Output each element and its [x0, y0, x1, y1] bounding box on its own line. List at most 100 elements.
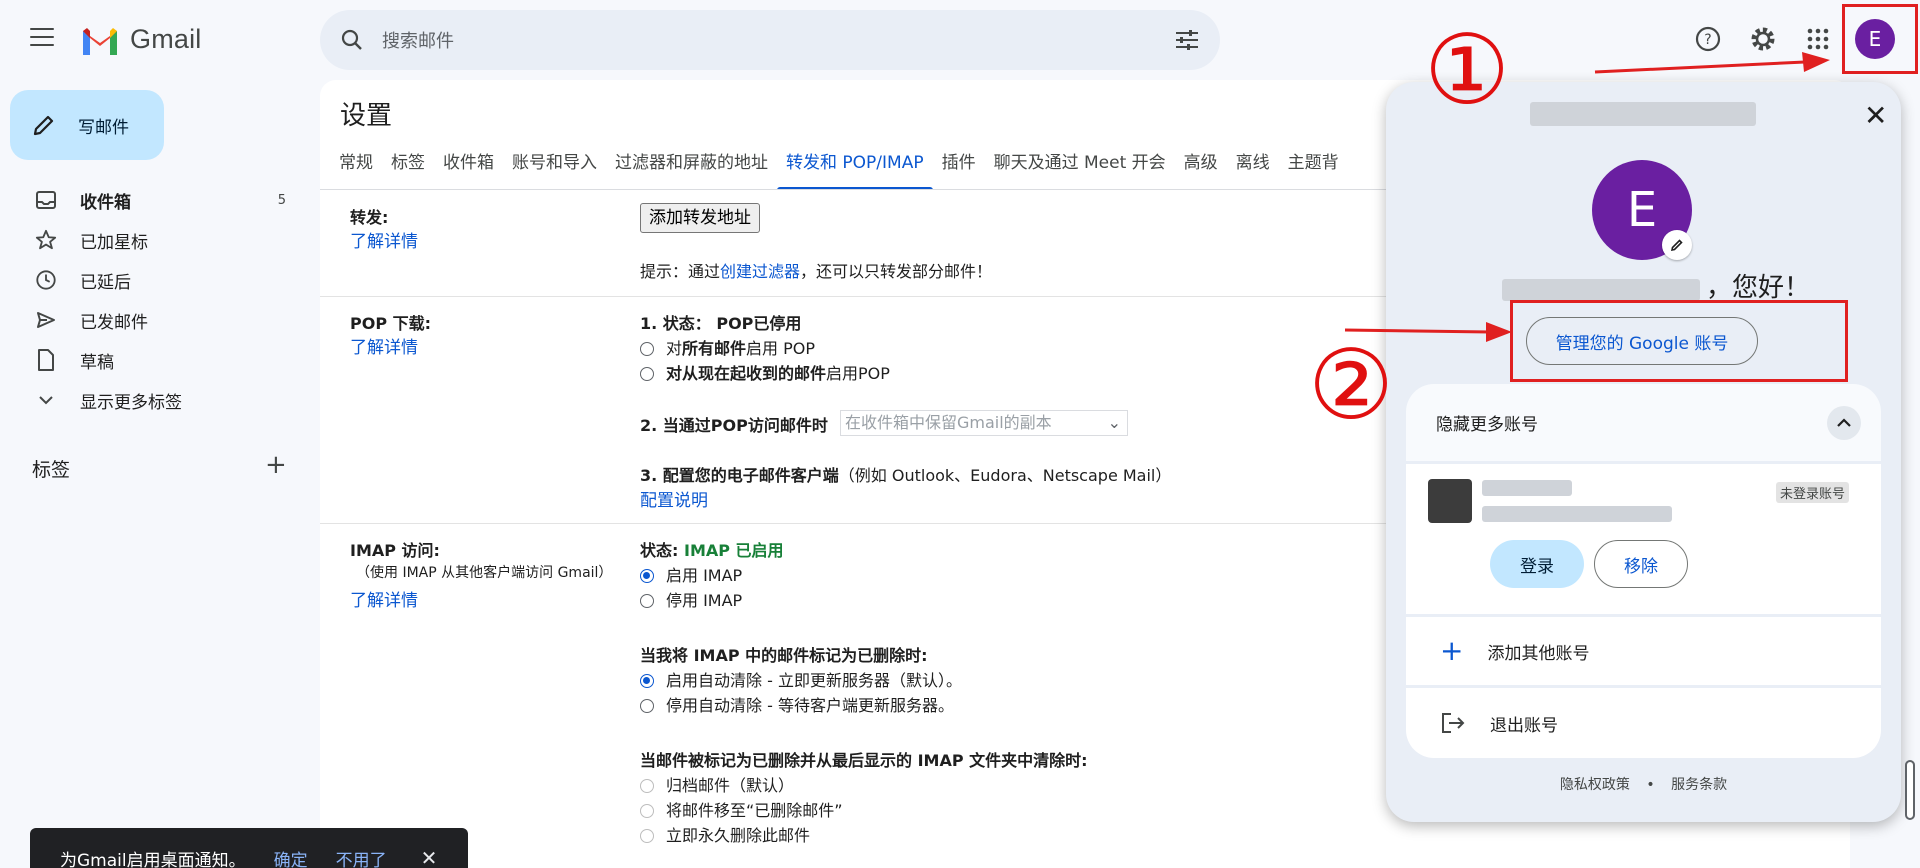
sign-out-item[interactable]: 退出账号 [1406, 688, 1881, 758]
sidebar-item-starred[interactable]: 已加星标 [0, 220, 300, 260]
close-icon[interactable]: ✕ [1864, 102, 1887, 130]
main-menu-icon[interactable] [30, 28, 54, 46]
labels-heading: 标签 [32, 459, 71, 481]
imap-disable-radio[interactable] [640, 594, 654, 608]
add-account-item[interactable]: + 添加其他账号 [1406, 617, 1881, 685]
pencil-icon [33, 115, 54, 136]
hide-more-accounts-toggle[interactable]: 隐藏更多账号 [1406, 384, 1881, 461]
imap-enable-option[interactable]: 启用 IMAP [640, 562, 742, 586]
tab-themes[interactable]: 主题背 [1279, 140, 1348, 190]
opt-text: 归档邮件（默认） [666, 776, 795, 795]
search-bar[interactable]: 搜索邮件 [320, 10, 1220, 70]
imap-status: 状态: IMAP 已启用 [640, 537, 784, 561]
chevron-down-icon: ⌄ [1107, 413, 1121, 432]
tab-filters[interactable]: 过滤器和屏蔽的地址 [606, 140, 777, 190]
tab-accounts[interactable]: 账号和导入 [503, 140, 606, 190]
imap-learn-link[interactable]: 了解详情 [350, 586, 418, 611]
toast-ok-button[interactable]: 确定 [274, 846, 308, 868]
tab-addons[interactable]: 插件 [933, 140, 985, 190]
terms-link[interactable]: 服务条款 [1671, 777, 1727, 793]
trash-option[interactable]: 将邮件移至“已删除邮件” [640, 797, 843, 821]
auto-expunge-on-option[interactable]: 启用自动清除 - 立即更新服务器（默认）。 [640, 667, 962, 691]
draft-file-icon [34, 348, 58, 372]
pop-from-now-radio[interactable] [640, 367, 654, 381]
blurred-email [1530, 102, 1756, 126]
remove-account-button[interactable]: 移除 [1594, 540, 1688, 588]
pop-option-from-now[interactable]: 对从现在起收到的邮件启用POP [640, 360, 890, 384]
archive-radio[interactable] [640, 779, 654, 793]
delete-forever-radio[interactable] [640, 829, 654, 843]
opt-text: 立即永久删除此邮件 [666, 826, 811, 845]
annotation-number-one: ① [1424, 14, 1511, 126]
accounts-card: 隐藏更多账号 未登录账号 登录 移除 + 添加其他账号 退出账号 [1406, 384, 1881, 758]
not-signed-in-badge: 未登录账号 [1776, 482, 1850, 503]
gmail-wordmark: Gmail [130, 24, 202, 54]
pop-option-all[interactable]: 对所有邮件启用 POP [640, 335, 815, 359]
login-button[interactable]: 登录 [1490, 540, 1584, 588]
trash-radio[interactable] [640, 804, 654, 818]
close-icon[interactable]: ✕ [421, 846, 438, 868]
opt-text: 启用 IMAP [666, 566, 743, 585]
tab-forwarding-pop-imap[interactable]: 转发和 POP/IMAP [777, 140, 933, 190]
tab-chat-meet[interactable]: 聊天及通过 Meet 开会 [985, 140, 1175, 190]
pop-learn-link[interactable]: 了解详情 [350, 333, 418, 358]
archive-option[interactable]: 归档邮件（默认） [640, 772, 794, 796]
tab-labels[interactable]: 标签 [382, 140, 434, 190]
sidebar-item-snoozed[interactable]: 已延后 [0, 260, 300, 300]
chevron-up-icon[interactable] [1827, 406, 1861, 440]
imap-label: IMAP 访问: [350, 541, 440, 560]
toast-dismiss-button[interactable]: 不用了 [336, 846, 387, 868]
opt-bold: 对从现在起收到的邮件 [666, 364, 827, 383]
privacy-link[interactable]: 隐私权政策 [1560, 777, 1630, 793]
inbox-icon [34, 188, 58, 212]
auto-expunge-off-radio[interactable] [640, 699, 654, 713]
imap-enable-radio[interactable] [640, 569, 654, 583]
imap-disable-option[interactable]: 停用 IMAP [640, 587, 742, 611]
sidebar-item-more[interactable]: 显示更多标签 [0, 380, 300, 420]
search-options-icon[interactable] [1174, 28, 1200, 52]
sidebar-item-drafts[interactable]: 草稿 [0, 340, 300, 380]
select-value: 在收件箱中保留Gmail的副本 [845, 413, 1052, 432]
compose-button[interactable]: 写邮件 [10, 90, 164, 160]
desktop-notification-toast: 为Gmail启用桌面通知。 确定 不用了 ✕ [30, 828, 468, 868]
sidebar-nav: 收件箱 5 已加星标 已延后 已发邮件 草稿 显示更多标签 [0, 180, 300, 420]
annotation-box-manage [1510, 300, 1848, 382]
opt-text: 启用 POP [746, 339, 816, 358]
settings-tabs: 常规 标签 收件箱 账号和导入 过滤器和屏蔽的地址 转发和 POP/IMAP 插… [330, 140, 1348, 190]
gmail-logo[interactable]: Gmail [80, 24, 202, 55]
scrollbar-thumb[interactable] [1905, 760, 1915, 820]
search-input[interactable]: 搜索邮件 [382, 27, 1174, 53]
blurred-name [1502, 279, 1700, 301]
forwarding-hint: 提示：通过创建过滤器，还可以只转发部分邮件！ [640, 258, 992, 282]
delete-forever-option[interactable]: 立即永久删除此邮件 [640, 822, 810, 846]
sign-out-label: 退出账号 [1490, 715, 1558, 736]
sidebar-item-sent[interactable]: 已发邮件 [0, 300, 300, 340]
opt-text: 对 [666, 339, 683, 358]
config-rest: （例如 Outlook、Eudora、Netscape Mail） [838, 466, 1172, 485]
account-popup: ✕ E ，您好！ 管理您的 Google 账号 隐藏更多账号 未登录账号 登录 … [1386, 82, 1901, 822]
config-instructions-link[interactable]: 配置说明 [640, 486, 708, 511]
search-icon[interactable] [340, 28, 364, 52]
svg-text:?: ? [1704, 32, 1711, 48]
toast-text: 为Gmail启用桌面通知。 [60, 850, 246, 868]
tab-inbox[interactable]: 收件箱 [434, 140, 503, 190]
forwarding-learn-link[interactable]: 了解详情 [350, 227, 418, 252]
sidebar-item-inbox[interactable]: 收件箱 5 [0, 180, 300, 220]
auto-expunge-on-radio[interactable] [640, 674, 654, 688]
create-filter-link[interactable]: 创建过滤器 [720, 262, 800, 281]
tab-general[interactable]: 常规 [330, 140, 382, 190]
add-forwarding-address-button[interactable]: 添加转发地址 [640, 203, 760, 233]
signed-out-account: 未登录账号 登录 移除 [1406, 464, 1881, 614]
star-icon [34, 228, 58, 252]
greeting: ，您好！ [1706, 273, 1811, 303]
auto-expunge-off-option[interactable]: 停用自动清除 - 等待客户端更新服务器。 [640, 692, 954, 716]
section-divider [320, 523, 1420, 524]
pop-all-radio[interactable] [640, 342, 654, 356]
add-label-icon[interactable]: + [265, 452, 287, 478]
edit-avatar-icon[interactable] [1662, 230, 1692, 260]
annotation-arrow-two [1344, 322, 1512, 342]
tab-advanced[interactable]: 高级 [1175, 140, 1227, 190]
opt-text: 停用自动清除 - 等待客户端更新服务器。 [666, 696, 954, 715]
tab-offline[interactable]: 离线 [1227, 140, 1279, 190]
pop-action-select[interactable]: 在收件箱中保留Gmail的副本 ⌄ [840, 410, 1128, 436]
